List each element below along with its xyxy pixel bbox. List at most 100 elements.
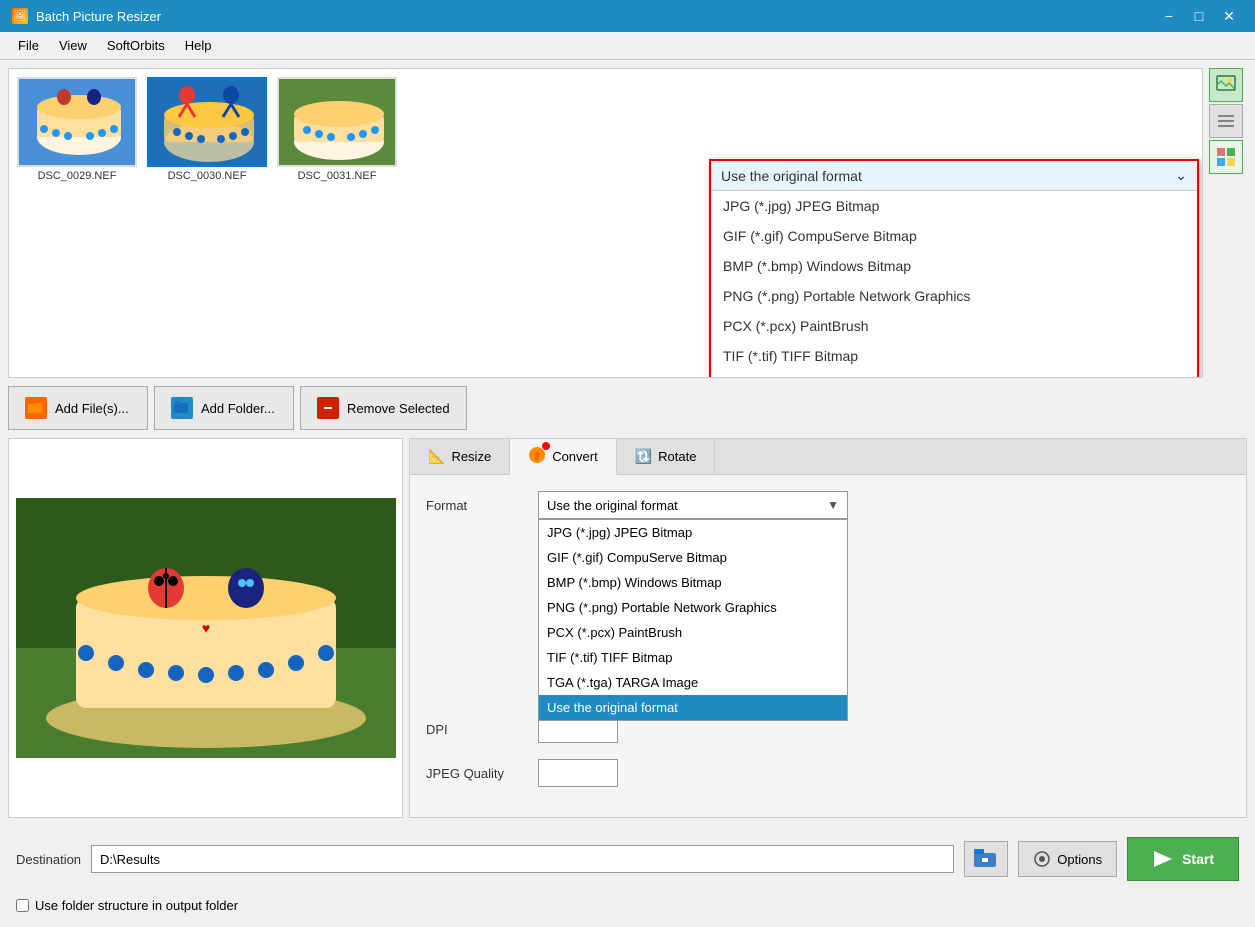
format-option[interactable]: GIF (*.gif) CompuServe Bitmap <box>539 545 847 570</box>
format-option[interactable]: PNG (*.png) Portable Network Graphics <box>539 595 847 620</box>
start-button[interactable]: Start <box>1127 837 1239 881</box>
convert-tab-icon <box>528 446 546 467</box>
folder-structure-checkbox[interactable] <box>16 899 29 912</box>
thumbnail-label: DSC_0030.NEF <box>168 170 247 182</box>
maximize-button[interactable]: □ <box>1185 5 1213 27</box>
dropdown-arrow-icon: ▼ <box>827 498 839 512</box>
preview-image: ♥ <box>16 498 396 758</box>
svg-text:♥: ♥ <box>201 620 209 636</box>
format-row: Format Use the original format ▼ JPG (*.… <box>426 491 1230 519</box>
thumb-svg-0029 <box>19 77 135 167</box>
add-folder-button[interactable]: Add Folder... <box>154 386 294 430</box>
folder-structure-row: Use folder structure in output folder <box>8 898 1247 919</box>
format-dropdown-value: Use the original format <box>547 498 678 513</box>
thumbnail-label: DSC_0029.NEF <box>38 170 117 182</box>
tab-rotate[interactable]: 🔃 Rotate <box>617 439 716 474</box>
big-dropdown-overlay: Use the original format ⌄ JPG (*.jpg) JP… <box>709 159 1199 378</box>
convert-content: Format Use the original format ▼ JPG (*.… <box>410 475 1246 803</box>
destination-label: Destination <box>16 852 81 867</box>
tab-rotate-label: Rotate <box>658 449 696 464</box>
list-item[interactable]: DSC_0031.NEF <box>277 77 397 182</box>
preview-pane: ♥ <box>8 438 403 818</box>
app-title: Batch Picture Resizer <box>36 9 161 24</box>
sidebar-images-icon[interactable] <box>1209 68 1243 102</box>
menu-help[interactable]: Help <box>175 34 222 57</box>
resize-tab-icon: 📐 <box>428 448 445 465</box>
settings-panel: 📐 Resize Convert 🔃 <box>409 438 1247 818</box>
remove-selected-button[interactable]: Remove Selected <box>300 386 467 430</box>
format-option[interactable]: JPG (*.jpg) JPEG Bitmap <box>539 520 847 545</box>
top-section: DSC_0029.NEF <box>8 68 1247 378</box>
thumb-svg-0031 <box>279 77 395 167</box>
format-dropdown-list: JPG (*.jpg) JPEG Bitmap GIF (*.gif) Comp… <box>538 519 848 721</box>
destination-input[interactable] <box>91 845 954 873</box>
thumb-svg-0030 <box>149 77 265 167</box>
options-label: Options <box>1057 852 1102 867</box>
image-panel[interactable]: DSC_0029.NEF <box>8 68 1203 378</box>
menu-view[interactable]: View <box>49 34 97 57</box>
bottom-section: Destination Options Start Use folder str… <box>8 824 1247 919</box>
rotate-tab-icon: 🔃 <box>635 448 652 465</box>
menu-softorbits[interactable]: SoftOrbits <box>97 34 175 57</box>
content-area: ♥ 📐 Resize <box>8 438 1247 818</box>
big-dropdown-list: JPG (*.jpg) JPEG Bitmap GIF (*.gif) Comp… <box>711 191 1197 378</box>
big-dropdown-header[interactable]: Use the original format ⌄ <box>711 161 1197 191</box>
title-bar: 🖼 Batch Picture Resizer − □ ✕ <box>0 0 1255 32</box>
big-dropdown-option[interactable]: PCX (*.pcx) PaintBrush <box>711 311 1197 341</box>
big-dropdown-option[interactable]: BMP (*.bmp) Windows Bitmap <box>711 251 1197 281</box>
thumbnail-label: DSC_0031.NEF <box>298 170 377 182</box>
toolbar-row: Add File(s)... Add Folder... Remove Sele… <box>8 384 1247 432</box>
big-dropdown-option[interactable]: JPG (*.jpg) JPEG Bitmap <box>711 191 1197 221</box>
add-folder-label: Add Folder... <box>201 401 275 416</box>
format-option[interactable]: PCX (*.pcx) PaintBrush <box>539 620 847 645</box>
format-dropdown[interactable]: Use the original format ▼ <box>538 491 848 519</box>
dpi-label: DPI <box>426 722 526 737</box>
add-files-icon <box>25 397 47 419</box>
tab-resize[interactable]: 📐 Resize <box>410 439 510 474</box>
format-dropdown-container: Use the original format ▼ JPG (*.jpg) JP… <box>538 491 848 519</box>
jpeg-quality-input[interactable] <box>538 759 618 787</box>
format-label: Format <box>426 498 526 513</box>
big-dropdown-option[interactable]: TIF (*.tif) TIFF Bitmap <box>711 341 1197 371</box>
thumbnail-image <box>17 77 137 167</box>
add-folder-icon <box>171 397 193 419</box>
tab-convert[interactable]: Convert <box>510 439 617 475</box>
remove-selected-icon <box>317 397 339 419</box>
add-files-button[interactable]: Add File(s)... <box>8 386 148 430</box>
big-dropdown-option[interactable]: TGA (*.tga) TARGA Image <box>711 371 1197 378</box>
tab-resize-label: Resize <box>451 449 491 464</box>
big-dropdown-option[interactable]: PNG (*.png) Portable Network Graphics <box>711 281 1197 311</box>
menu-file[interactable]: File <box>8 34 49 57</box>
start-label: Start <box>1182 851 1214 867</box>
big-dropdown-option[interactable]: GIF (*.gif) CompuServe Bitmap <box>711 221 1197 251</box>
tab-bar: 📐 Resize Convert 🔃 <box>410 439 1246 475</box>
format-option[interactable]: TGA (*.tga) TARGA Image <box>539 670 847 695</box>
tab-convert-label: Convert <box>552 449 598 464</box>
remove-selected-label: Remove Selected <box>347 401 450 416</box>
destination-browse-button[interactable] <box>964 841 1008 877</box>
list-item[interactable]: DSC_0030.NEF <box>147 77 267 182</box>
main-container: DSC_0029.NEF <box>0 60 1255 927</box>
app-icon: 🖼 <box>12 8 28 24</box>
format-option[interactable]: TIF (*.tif) TIFF Bitmap <box>539 645 847 670</box>
big-dropdown-selected: Use the original format <box>721 168 862 184</box>
right-sidebar <box>1209 68 1247 378</box>
bottom-bar: Destination Options Start <box>8 824 1247 894</box>
close-button[interactable]: ✕ <box>1215 5 1243 27</box>
list-item[interactable]: DSC_0029.NEF <box>17 77 137 182</box>
menu-bar: File View SoftOrbits Help <box>0 32 1255 60</box>
jpeg-quality-label: JPEG Quality <box>426 766 526 781</box>
format-option-selected[interactable]: Use the original format <box>539 695 847 720</box>
title-bar-controls: − □ ✕ <box>1155 5 1243 27</box>
minimize-button[interactable]: − <box>1155 5 1183 27</box>
sidebar-list-icon[interactable] <box>1209 104 1243 138</box>
format-option[interactable]: BMP (*.bmp) Windows Bitmap <box>539 570 847 595</box>
big-dropdown-arrow-icon: ⌄ <box>1175 167 1187 184</box>
add-files-label: Add File(s)... <box>55 401 129 416</box>
thumbnail-image-selected <box>147 77 267 167</box>
options-button[interactable]: Options <box>1018 841 1117 877</box>
sidebar-grid-icon[interactable] <box>1209 140 1243 174</box>
title-bar-left: 🖼 Batch Picture Resizer <box>12 8 161 24</box>
thumbnail-image <box>277 77 397 167</box>
jpeg-quality-row: JPEG Quality <box>426 759 1230 787</box>
